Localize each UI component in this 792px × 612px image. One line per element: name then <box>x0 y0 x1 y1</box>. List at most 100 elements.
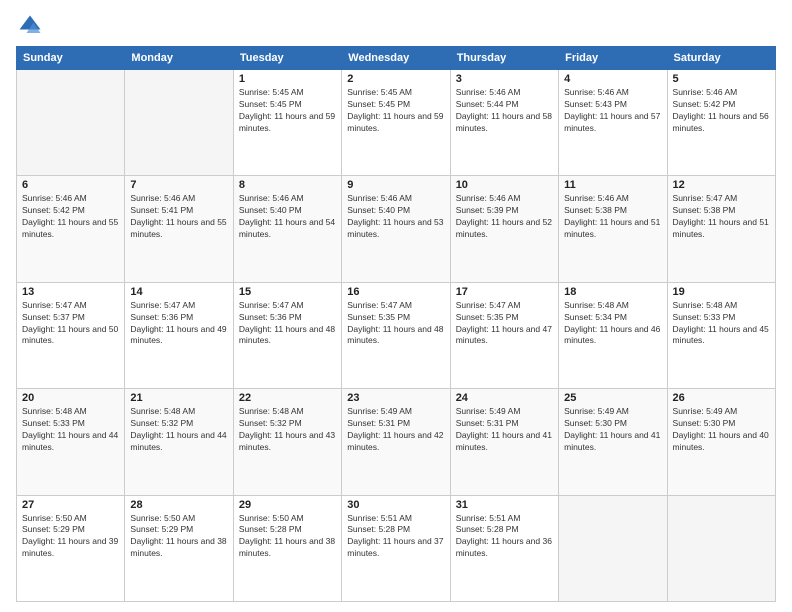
day-info: Sunrise: 5:47 AMSunset: 5:38 PMDaylight:… <box>673 193 770 241</box>
day-info: Sunrise: 5:46 AMSunset: 5:38 PMDaylight:… <box>564 193 661 241</box>
day-number: 3 <box>456 73 553 85</box>
calendar-cell: 28 Sunrise: 5:50 AMSunset: 5:29 PMDayligh… <box>125 495 233 601</box>
day-info: Sunrise: 5:47 AMSunset: 5:36 PMDaylight:… <box>239 300 336 348</box>
day-number: 4 <box>564 73 661 85</box>
calendar-cell: 19 Sunrise: 5:48 AMSunset: 5:33 PMDayligh… <box>667 282 775 388</box>
calendar-cell: 10 Sunrise: 5:46 AMSunset: 5:39 PMDayligh… <box>450 176 558 282</box>
calendar-week-4: 27 Sunrise: 5:50 AMSunset: 5:29 PMDayligh… <box>17 495 776 601</box>
day-info: Sunrise: 5:46 AMSunset: 5:40 PMDaylight:… <box>239 193 336 241</box>
calendar-cell: 12 Sunrise: 5:47 AMSunset: 5:38 PMDayligh… <box>667 176 775 282</box>
calendar-cell: 16Sunrise: 5:47 AMSunset: 5:35 PMDayligh… <box>342 282 450 388</box>
calendar-cell: 18 Sunrise: 5:48 AMSunset: 5:34 PMDayligh… <box>559 282 667 388</box>
calendar-cell: 4Sunrise: 5:46 AMSunset: 5:43 PMDaylight… <box>559 70 667 176</box>
day-info: Sunrise: 5:46 AMSunset: 5:42 PMDaylight:… <box>22 193 119 241</box>
calendar-cell: 23 Sunrise: 5:49 AMSunset: 5:31 PMDayligh… <box>342 389 450 495</box>
logo-icon <box>16 12 44 40</box>
calendar-cell: 25Sunrise: 5:49 AMSunset: 5:30 PMDayligh… <box>559 389 667 495</box>
calendar-cell: 14 Sunrise: 5:47 AMSunset: 5:36 PMDayligh… <box>125 282 233 388</box>
day-number: 18 <box>564 286 661 298</box>
day-info: Sunrise: 5:50 AMSunset: 5:28 PMDaylight:… <box>239 513 336 561</box>
day-info: Sunrise: 5:49 AMSunset: 5:31 PMDaylight:… <box>456 406 553 454</box>
calendar-week-1: 6 Sunrise: 5:46 AMSunset: 5:42 PMDaylight… <box>17 176 776 282</box>
calendar-cell: 2 Sunrise: 5:45 AMSunset: 5:45 PMDaylight… <box>342 70 450 176</box>
day-info: Sunrise: 5:45 AMSunset: 5:45 PMDaylight:… <box>347 87 444 135</box>
day-number: 23 <box>347 392 444 404</box>
day-number: 22 <box>239 392 336 404</box>
day-info: Sunrise: 5:51 AMSunset: 5:28 PMDaylight:… <box>456 513 553 561</box>
day-number: 11 <box>564 179 661 191</box>
day-number: 27 <box>22 499 119 511</box>
calendar-cell: 11 Sunrise: 5:46 AMSunset: 5:38 PMDayligh… <box>559 176 667 282</box>
day-info: Sunrise: 5:48 AMSunset: 5:33 PMDaylight:… <box>22 406 119 454</box>
day-info: Sunrise: 5:46 AMSunset: 5:44 PMDaylight:… <box>456 87 553 135</box>
day-info: Sunrise: 5:50 AMSunset: 5:29 PMDaylight:… <box>22 513 119 561</box>
day-number: 2 <box>347 73 444 85</box>
calendar-cell: 15 Sunrise: 5:47 AMSunset: 5:36 PMDayligh… <box>233 282 341 388</box>
weekday-header-saturday: Saturday <box>667 47 775 70</box>
day-info: Sunrise: 5:45 AMSunset: 5:45 PMDaylight:… <box>239 87 336 135</box>
day-number: 16 <box>347 286 444 298</box>
day-number: 20 <box>22 392 119 404</box>
day-info: Sunrise: 5:46 AMSunset: 5:41 PMDaylight:… <box>130 193 227 241</box>
day-number: 6 <box>22 179 119 191</box>
day-info: Sunrise: 5:48 AMSunset: 5:34 PMDaylight:… <box>564 300 661 348</box>
day-info: Sunrise: 5:49 AMSunset: 5:30 PMDaylight:… <box>673 406 770 454</box>
day-info: Sunrise: 5:48 AMSunset: 5:32 PMDaylight:… <box>239 406 336 454</box>
calendar-cell <box>17 70 125 176</box>
weekday-header-sunday: Sunday <box>17 47 125 70</box>
day-info: Sunrise: 5:47 AMSunset: 5:37 PMDaylight:… <box>22 300 119 348</box>
calendar-header: SundayMondayTuesdayWednesdayThursdayFrid… <box>17 47 776 70</box>
day-number: 25 <box>564 392 661 404</box>
day-info: Sunrise: 5:51 AMSunset: 5:28 PMDaylight:… <box>347 513 444 561</box>
day-number: 26 <box>673 392 770 404</box>
calendar-cell: 24Sunrise: 5:49 AMSunset: 5:31 PMDayligh… <box>450 389 558 495</box>
page: SundayMondayTuesdayWednesdayThursdayFrid… <box>0 0 792 612</box>
day-info: Sunrise: 5:46 AMSunset: 5:39 PMDaylight:… <box>456 193 553 241</box>
calendar-cell: 22 Sunrise: 5:48 AMSunset: 5:32 PMDayligh… <box>233 389 341 495</box>
day-info: Sunrise: 5:49 AMSunset: 5:31 PMDaylight:… <box>347 406 444 454</box>
day-info: Sunrise: 5:48 AMSunset: 5:32 PMDaylight:… <box>130 406 227 454</box>
day-number: 28 <box>130 499 227 511</box>
day-number: 9 <box>347 179 444 191</box>
calendar-cell: 30 Sunrise: 5:51 AMSunset: 5:28 PMDayligh… <box>342 495 450 601</box>
header <box>16 12 776 40</box>
calendar-week-3: 20 Sunrise: 5:48 AMSunset: 5:33 PMDayligh… <box>17 389 776 495</box>
day-info: Sunrise: 5:47 AMSunset: 5:35 PMDaylight:… <box>456 300 553 348</box>
day-number: 13 <box>22 286 119 298</box>
day-number: 31 <box>456 499 553 511</box>
calendar-cell <box>559 495 667 601</box>
day-number: 10 <box>456 179 553 191</box>
day-number: 19 <box>673 286 770 298</box>
calendar-cell: 29 Sunrise: 5:50 AMSunset: 5:28 PMDayligh… <box>233 495 341 601</box>
logo <box>16 12 48 40</box>
calendar-cell: 13 Sunrise: 5:47 AMSunset: 5:37 PMDayligh… <box>17 282 125 388</box>
day-number: 30 <box>347 499 444 511</box>
day-number: 29 <box>239 499 336 511</box>
calendar-cell <box>667 495 775 601</box>
calendar: SundayMondayTuesdayWednesdayThursdayFrid… <box>16 46 776 602</box>
calendar-cell: 6 Sunrise: 5:46 AMSunset: 5:42 PMDaylight… <box>17 176 125 282</box>
day-number: 17 <box>456 286 553 298</box>
calendar-cell: 3 Sunrise: 5:46 AMSunset: 5:44 PMDaylight… <box>450 70 558 176</box>
weekday-header-monday: Monday <box>125 47 233 70</box>
day-info: Sunrise: 5:48 AMSunset: 5:33 PMDaylight:… <box>673 300 770 348</box>
weekday-row: SundayMondayTuesdayWednesdayThursdayFrid… <box>17 47 776 70</box>
day-number: 12 <box>673 179 770 191</box>
calendar-cell: 7Sunrise: 5:46 AMSunset: 5:41 PMDaylight… <box>125 176 233 282</box>
weekday-header-thursday: Thursday <box>450 47 558 70</box>
calendar-cell: 17 Sunrise: 5:47 AMSunset: 5:35 PMDayligh… <box>450 282 558 388</box>
day-number: 1 <box>239 73 336 85</box>
day-number: 15 <box>239 286 336 298</box>
calendar-cell: 8 Sunrise: 5:46 AMSunset: 5:40 PMDaylight… <box>233 176 341 282</box>
day-info: Sunrise: 5:50 AMSunset: 5:29 PMDaylight:… <box>130 513 227 561</box>
calendar-cell: 1 Sunrise: 5:45 AMSunset: 5:45 PMDaylight… <box>233 70 341 176</box>
calendar-week-2: 13 Sunrise: 5:47 AMSunset: 5:37 PMDayligh… <box>17 282 776 388</box>
day-number: 14 <box>130 286 227 298</box>
calendar-cell <box>125 70 233 176</box>
calendar-body: 1 Sunrise: 5:45 AMSunset: 5:45 PMDaylight… <box>17 70 776 602</box>
day-number: 8 <box>239 179 336 191</box>
calendar-cell: 20 Sunrise: 5:48 AMSunset: 5:33 PMDayligh… <box>17 389 125 495</box>
day-number: 5 <box>673 73 770 85</box>
day-info: Sunrise: 5:46 AMSunset: 5:42 PMDaylight:… <box>673 87 770 135</box>
day-info: Sunrise: 5:47 AMSunset: 5:36 PMDaylight:… <box>130 300 227 348</box>
